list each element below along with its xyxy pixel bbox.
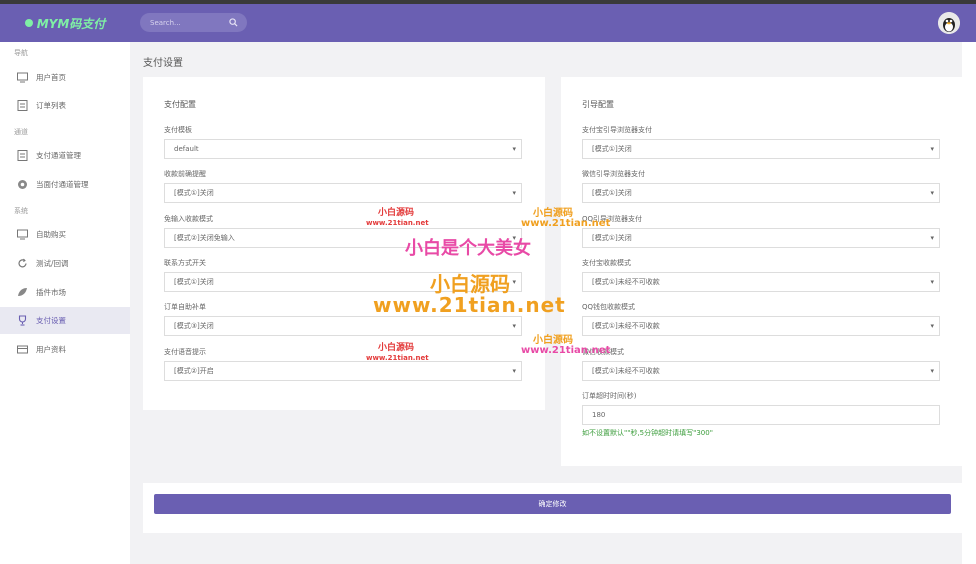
sidebar-item-label: 用户首页 <box>36 73 66 82</box>
order-self-fill-select[interactable]: [模式③]关闭 ▾ <box>164 316 522 336</box>
field-label: QQ钱包收款模式 <box>582 303 636 311</box>
alipay-mode-select[interactable]: [模式①]未经不可收款 ▾ <box>582 272 940 292</box>
field-label: QQ引导浏览器支付 <box>582 215 643 223</box>
dropdown-arrow-icon: ▾ <box>930 234 934 242</box>
sidebar-section-nav: 导航 <box>14 49 28 57</box>
field-label: 订单超时时间(秒) <box>582 392 637 400</box>
dropdown-arrow-icon: ▾ <box>930 278 934 286</box>
sidebar-item-test-callback[interactable]: 测试/回调 <box>0 250 130 277</box>
dropdown-arrow-icon: ▾ <box>512 322 516 330</box>
field-label: 联系方式开关 <box>164 259 206 267</box>
select-value: [模式①]关闭 <box>592 145 632 153</box>
select-value: default <box>174 145 199 153</box>
sidebar-section-channel: 通道 <box>14 128 28 136</box>
list-icon <box>17 150 28 161</box>
card-title: 引导配置 <box>582 100 614 109</box>
qq-wallet-mode-select[interactable]: [模式①]未经不可收款 ▾ <box>582 316 940 336</box>
pay-template-select[interactable]: default ▾ <box>164 139 522 159</box>
sidebar-item-user-profile[interactable]: 用户资料 <box>0 336 130 363</box>
select-value: [模式①]关闭 <box>592 234 632 242</box>
payment-reminder-select[interactable]: [模式①]关闭 ▾ <box>164 183 522 203</box>
sidebar: 导航 用户首页 订单列表 通道 支付通道管理 当面付通道管理 系统 自助购买 测… <box>0 42 130 564</box>
select-value: [模式①]未经不可收款 <box>592 322 660 330</box>
select-value: [模式①]关闭 <box>592 189 632 197</box>
sidebar-section-system: 系统 <box>14 207 28 215</box>
field-label: 支付宝收款模式 <box>582 259 631 267</box>
sidebar-item-label: 用户资料 <box>36 345 66 354</box>
field-label: 支付模板 <box>164 126 192 134</box>
select-value: [模式②]关闭免输入 <box>174 234 235 242</box>
sidebar-item-pay-settings[interactable]: 支付设置 <box>0 307 130 334</box>
sidebar-item-label: 测试/回调 <box>36 259 69 268</box>
dropdown-arrow-icon: ▾ <box>512 234 516 242</box>
dropdown-arrow-icon: ▾ <box>512 278 516 286</box>
wechat-mode-select[interactable]: [模式①]未经不可收款 ▾ <box>582 361 940 381</box>
dropdown-arrow-icon: ▾ <box>512 145 516 153</box>
sidebar-item-label: 订单列表 <box>36 101 66 110</box>
sidebar-item-label: 支付通道管理 <box>36 151 81 160</box>
select-value: [模式①]关闭 <box>174 189 214 197</box>
dropdown-arrow-icon: ▾ <box>512 189 516 197</box>
qq-guide-select[interactable]: [模式①]关闭 ▾ <box>582 228 940 248</box>
leaf-icon <box>18 288 27 296</box>
field-label: 订单自助补单 <box>164 303 206 311</box>
sidebar-item-self-purchase[interactable]: 自助购买 <box>0 221 130 248</box>
field-label: 免输入收款模式 <box>164 215 213 223</box>
guide-config-card: 引导配置 支付宝引导浏览器支付 [模式①]关闭 ▾ 微信引导浏览器支付 [模式①]… <box>561 77 962 466</box>
user-avatar[interactable] <box>938 12 960 34</box>
logo-icon <box>24 19 33 27</box>
sidebar-item-label: 插件市场 <box>36 288 66 297</box>
sidebar-item-f2f-manage[interactable]: 当面付通道管理 <box>0 171 130 198</box>
monitor-icon <box>17 229 28 240</box>
gear-icon <box>18 180 27 189</box>
wechat-guide-select[interactable]: [模式①]关闭 ▾ <box>582 183 940 203</box>
voice-prompt-select[interactable]: [模式②]开启 ▾ <box>164 361 522 381</box>
field-label: 支付语音提示 <box>164 348 206 356</box>
dropdown-arrow-icon: ▾ <box>930 189 934 197</box>
page-title: 支付设置 <box>143 58 183 69</box>
select-value: [模式③]关闭 <box>174 322 214 330</box>
app-logo[interactable]: MYM码支付 <box>0 4 130 42</box>
top-header: MYM码支付 <box>0 4 976 42</box>
sidebar-item-channel-manage[interactable]: 支付通道管理 <box>0 142 130 169</box>
field-label: 微信收款模式 <box>582 348 624 356</box>
sidebar-item-order-list[interactable]: 订单列表 <box>0 92 130 119</box>
dropdown-arrow-icon: ▾ <box>930 322 934 330</box>
list-icon <box>17 100 28 111</box>
select-value: [模式②]开启 <box>174 367 214 375</box>
sidebar-item-plugin-market[interactable]: 插件市场 <box>0 279 130 306</box>
free-input-mode-select[interactable]: [模式②]关闭免输入 ▾ <box>164 228 522 248</box>
field-label: 微信引导浏览器支付 <box>582 170 645 178</box>
input-value: 180 <box>592 411 606 419</box>
search-icon[interactable] <box>229 18 238 27</box>
search-box[interactable] <box>140 13 247 32</box>
contact-switch-select[interactable]: [模式①]关闭 ▾ <box>164 272 522 292</box>
sidebar-item-user-home[interactable]: 用户首页 <box>0 64 130 91</box>
field-label: 支付宝引导浏览器支付 <box>582 126 652 134</box>
select-value: [模式①]未经不可收款 <box>592 278 660 286</box>
refresh-icon <box>18 258 27 268</box>
sidebar-item-label: 当面付通道管理 <box>36 180 89 189</box>
sidebar-item-label: 自助购买 <box>36 230 66 239</box>
card-icon <box>17 345 28 354</box>
select-value: [模式①]未经不可收款 <box>592 367 660 375</box>
sidebar-item-label: 支付设置 <box>36 316 66 325</box>
right-gutter <box>962 42 976 564</box>
dropdown-arrow-icon: ▾ <box>512 367 516 375</box>
alipay-guide-select[interactable]: [模式①]关闭 ▾ <box>582 139 940 159</box>
pay-config-card: 支付配置 支付模板 default ▾ 收款前确提醒 [模式①]关闭 ▾ 免输入收款… <box>143 77 545 410</box>
monitor-icon <box>17 72 28 83</box>
penguin-avatar-icon <box>938 12 960 34</box>
field-label: 收款前确提醒 <box>164 170 206 178</box>
trophy-icon <box>18 315 27 326</box>
order-timeout-input[interactable]: 180 <box>582 405 940 425</box>
timeout-hint: 如不设置默认""秒,5分钟超时请填写"300" <box>582 429 713 437</box>
confirm-save-button[interactable]: 确定修改 <box>154 494 951 514</box>
dropdown-arrow-icon: ▾ <box>930 367 934 375</box>
search-input[interactable] <box>150 16 225 29</box>
dropdown-arrow-icon: ▾ <box>930 145 934 153</box>
logo-text: MYM码支付 <box>36 16 106 31</box>
select-value: [模式①]关闭 <box>174 278 214 286</box>
card-title: 支付配置 <box>164 100 196 109</box>
